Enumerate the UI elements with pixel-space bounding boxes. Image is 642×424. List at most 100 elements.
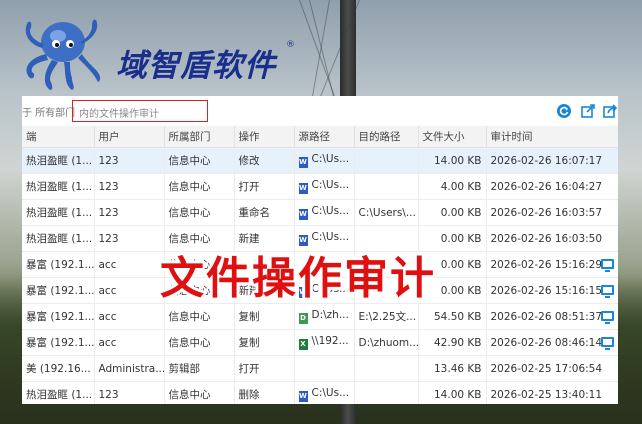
- word-file-icon: W: [298, 183, 308, 194]
- cell-operation-text: 删除: [238, 389, 260, 401]
- table-row[interactable]: 热泪盈眶 (1... 123 信息中心 重命名 W C:\Us... C:\Users\..…: [22, 199, 618, 226]
- cell-audit-time: 2026-02-26 15:16:15: [486, 277, 618, 304]
- column-header-destination-path[interactable]: 目的路径: [354, 126, 419, 148]
- overlay-caption: 文件操作审计: [160, 253, 436, 304]
- cell-audit-time: 2026-02-26 08:46:14: [486, 329, 618, 356]
- cell-file-size-text: 4.00 KB: [440, 180, 482, 193]
- column-header-source-path[interactable]: 源路径: [294, 126, 355, 148]
- cell-user-text: 123: [98, 232, 119, 245]
- cell-user: 123: [94, 225, 165, 252]
- monitor-icon[interactable]: [600, 285, 614, 298]
- cell-source-path: W C:\Us...: [294, 173, 355, 200]
- column-header-file-size[interactable]: 文件大小: [418, 126, 487, 148]
- cell-audit-time-text: 2026-02-26 08:51:37: [490, 310, 603, 323]
- cell-audit-time: 2026-02-26 08:51:37: [486, 303, 618, 330]
- refresh-icon[interactable]: [556, 103, 572, 119]
- cell-user-text: acc: [98, 284, 117, 297]
- cell-endpoint-text: 暴富 (192.1...: [26, 285, 94, 297]
- cell-destination-path: [354, 381, 419, 404]
- cell-file-size-text: 13.46 KB: [434, 362, 482, 375]
- cell-operation: 修改: [234, 147, 295, 174]
- search-input[interactable]: 内的文件操作审计: [72, 100, 208, 122]
- column-header-operation[interactable]: 操作: [234, 126, 295, 148]
- cell-user-text: acc: [98, 258, 117, 271]
- column-header-department[interactable]: 所属部门: [164, 126, 235, 148]
- table-row[interactable]: 热泪盈眶 (1... 123 信息中心 删除 W C:\Us... 14.00 KB 2026…: [22, 381, 618, 404]
- search-placeholder: 内的文件操作审计: [79, 109, 159, 120]
- cell-source-path-text: C:\Us...: [311, 387, 350, 399]
- cell-operation: 打开: [234, 173, 295, 200]
- cell-file-size: 54.50 KB: [418, 303, 487, 330]
- cell-destination-path-text: C:\Users\...: [358, 206, 416, 219]
- cell-audit-time: 2026-02-26 16:04:27: [486, 173, 618, 200]
- cell-file-size-text: 14.00 KB: [434, 154, 482, 167]
- cell-user-text: 123: [98, 388, 119, 401]
- cell-user: acc: [94, 329, 165, 356]
- cell-audit-time-text: 2026-02-26 16:03:57: [490, 206, 603, 219]
- cell-file-size-text: 0.00 KB: [440, 284, 482, 297]
- table-header-row: 端 用户 所属部门 操作 源路径 目的路径 文件大小 审计时间: [22, 126, 618, 148]
- brand-logo: 域智盾软件 ®: [18, 14, 295, 94]
- cell-department-text: 信息中心: [168, 337, 211, 349]
- column-header-audit-time[interactable]: 审计时间: [486, 126, 618, 148]
- cell-file-size: 4.00 KB: [418, 173, 487, 200]
- share-icon[interactable]: [602, 103, 618, 119]
- cell-department: 剪辑部: [164, 355, 235, 382]
- cell-department-text: 信息中心: [168, 181, 211, 193]
- cell-source-path-text: C:\Us...: [311, 153, 350, 165]
- cell-operation: 删除: [234, 381, 295, 404]
- cell-operation-text: 修改: [238, 155, 260, 167]
- cell-endpoint-text: 热泪盈眶 (1...: [26, 233, 93, 245]
- cell-source-path-text: D:\zh...: [311, 309, 349, 321]
- table-row[interactable]: 热泪盈眶 (1... 123 信息中心 打开 W C:\Us... 4.00 KB 2026-…: [22, 173, 618, 200]
- table-row[interactable]: 热泪盈眶 (1... 123 信息中心 修改 W C:\Us... 14.00 KB 2026…: [22, 147, 618, 174]
- cell-operation-text: 复制: [238, 337, 260, 349]
- cell-audit-time-text: 2026-02-25 13:40:11: [490, 388, 603, 401]
- cell-file-size: 0.00 KB: [418, 199, 487, 226]
- cell-department-text: 信息中心: [168, 311, 211, 323]
- cell-operation: 重命名: [234, 199, 295, 226]
- cell-audit-time: 2026-02-26 16:03:50: [486, 225, 618, 252]
- cell-user-text: 123: [98, 206, 119, 219]
- cell-source-path: W C:\Us...: [294, 199, 355, 226]
- department-scope[interactable]: 于 所有部门: [22, 104, 75, 119]
- cell-endpoint: 热泪盈眶 (1...: [22, 225, 95, 252]
- cell-endpoint-text: 暴富 (192.1...: [26, 259, 94, 271]
- word-file-icon: W: [298, 391, 308, 402]
- cell-source-path: [294, 355, 355, 382]
- cell-file-size: 14.00 KB: [418, 147, 487, 174]
- cell-operation: 复制: [234, 329, 295, 356]
- cell-operation-text: 复制: [238, 311, 260, 323]
- cell-destination-path: [354, 355, 419, 382]
- table-row[interactable]: 暴富 (192.1... acc 信息中心 复制 X \\192... D:\zhuom..…: [22, 329, 618, 356]
- cell-destination-path-text: D:\zhuom...: [358, 336, 418, 349]
- cell-file-size-text: 0.00 KB: [440, 258, 482, 271]
- cell-endpoint-text: 热泪盈眶 (1...: [26, 389, 93, 401]
- cell-user-text: Administra...: [98, 362, 164, 375]
- cell-file-size: 42.90 KB: [418, 329, 487, 356]
- cell-destination-path-text: E:\2.25文...: [358, 311, 417, 323]
- cell-user: acc: [94, 303, 165, 330]
- cell-endpoint-text: 热泪盈眶 (1...: [26, 181, 93, 193]
- cell-source-path: W C:\Us...: [294, 147, 355, 174]
- table-row[interactable]: 美 (192.16... Administra... 剪辑部 打开 13.46 KB 20…: [22, 355, 618, 382]
- excel-file-icon: X: [298, 339, 308, 350]
- cell-department: 信息中心: [164, 199, 235, 226]
- cell-audit-time-text: 2026-02-26 16:07:17: [490, 154, 603, 167]
- cell-file-size-text: 42.90 KB: [434, 336, 482, 349]
- column-header-endpoint[interactable]: 端: [22, 126, 95, 148]
- cell-operation-text: 重命名: [238, 207, 271, 219]
- table-row[interactable]: 暴富 (192.1... acc 信息中心 复制 D D:\zh... E:\2.25文..…: [22, 303, 618, 330]
- monitor-icon[interactable]: [600, 337, 614, 350]
- cell-operation: 打开: [234, 355, 295, 382]
- column-header-user[interactable]: 用户: [94, 126, 165, 148]
- cell-file-size-text: 14.00 KB: [434, 388, 482, 401]
- cell-file-size-text: 54.50 KB: [434, 310, 482, 323]
- export-icon[interactable]: [580, 103, 596, 119]
- cell-endpoint-text: 暴富 (192.1...: [26, 311, 94, 323]
- cell-endpoint: 暴富 (192.1...: [22, 251, 95, 278]
- cell-user-text: 123: [98, 154, 119, 167]
- cell-destination-path: [354, 173, 419, 200]
- monitor-icon[interactable]: [600, 259, 614, 272]
- monitor-icon[interactable]: [600, 311, 614, 324]
